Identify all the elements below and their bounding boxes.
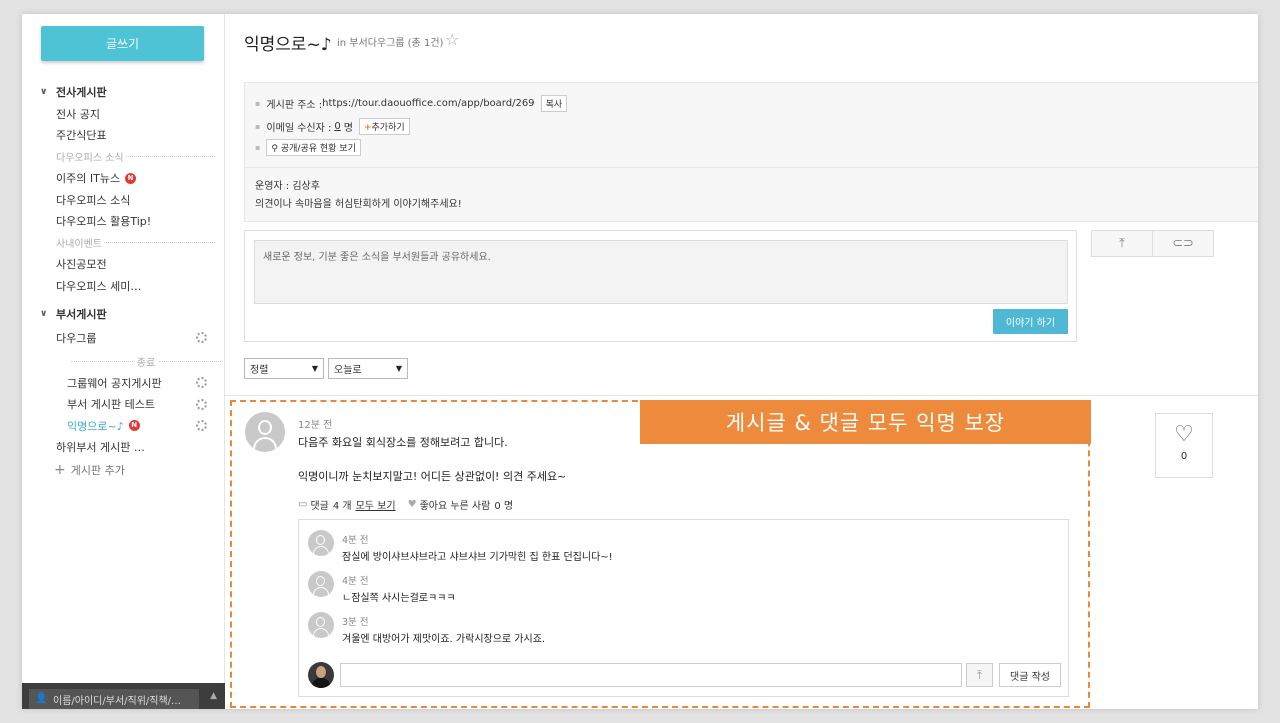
person-icon: 👤	[35, 693, 48, 704]
sidebar-item-sub-dept[interactable]: 하위부서 게시판 …	[22, 437, 225, 459]
board-info: ▪ 게시판 주소 : https://tour.daouoffice.com/a…	[244, 82, 1258, 222]
group-dept-boards[interactable]: ∨ 부서게시판	[22, 303, 225, 325]
sidebar-nav: ∨ 전사게시판 전사 공지 주간식단표 다우오피스 소식 이주의 IT뉴스 N …	[22, 81, 225, 482]
anonymous-avatar	[308, 612, 334, 638]
anonymous-avatar	[308, 571, 334, 597]
board-address-row: ▪ 게시판 주소 : https://tour.daouoffice.com/a…	[255, 95, 568, 112]
dropdown-arrow-icon: ▼	[311, 364, 318, 373]
sidebar-item-it-news[interactable]: 이주의 IT뉴스 N	[22, 168, 225, 190]
gear-icon[interactable]	[196, 331, 207, 343]
write-button[interactable]: 글쓰기	[41, 26, 204, 61]
compose-box: 새로운 정보, 기분 좋은 소식을 부서원들과 공유하세요. 이야기 하기	[244, 230, 1077, 342]
sidebar-item-groupware-notice[interactable]: 그룹웨어 공지게시판	[22, 372, 225, 394]
sidebar-item-photo-contest[interactable]: 사진공모전	[22, 254, 225, 276]
share-row: ▪ ⚲ 공개/공유 현황 보기	[255, 139, 361, 156]
post-time: 12분 전	[298, 420, 333, 431]
copy-button[interactable]: 복사	[540, 95, 568, 112]
comment-text: ㄴ잠실쪽 사시는걸로ㅋㅋㅋ	[342, 593, 456, 604]
add-board-button[interactable]: + 게시판 추가	[22, 458, 225, 482]
comment-input[interactable]	[340, 663, 962, 687]
gear-icon[interactable]	[196, 420, 207, 431]
toolbar: ⤒ ⊂⊃	[1091, 230, 1214, 257]
sidebar-item-notice[interactable]: 전사 공지	[22, 103, 225, 125]
sidebar-item-seminar[interactable]: 다우오피스 세미…	[22, 275, 225, 297]
category-divider: 다우오피스 소식	[22, 146, 225, 168]
anonymous-avatar	[245, 412, 285, 452]
compose-textarea[interactable]: 새로운 정보, 기분 좋은 소식을 부서원들과 공유하세요.	[254, 240, 1068, 304]
category-divider: 사내이벤트	[22, 232, 225, 254]
closed-divider: 종료	[22, 351, 225, 373]
new-badge: N	[128, 420, 140, 432]
anonymous-avatar	[308, 530, 334, 556]
comment-text: 잠실에 방이샤브샤브라고 샤브샤브 기가막힌 집 한표 던집니다~!	[342, 552, 613, 563]
heart-icon: ♥	[407, 499, 417, 510]
scroll-top-icon[interactable]: ⤒	[1092, 231, 1152, 256]
chevron-down-icon: ∨	[40, 87, 48, 97]
comment-icon: ▭	[298, 499, 308, 510]
app-frame: 글쓰기 ∨ 전사게시판 전사 공지 주간식단표 다우오피스 소식 이주의 IT뉴…	[22, 14, 1258, 709]
heart-icon: ♡	[1174, 422, 1194, 447]
sidebar-item-daou-news[interactable]: 다우오피스 소식	[22, 189, 225, 211]
date-select[interactable]: 오늘로 ▼	[328, 358, 408, 379]
post-submit-button[interactable]: 이야기 하기	[993, 309, 1068, 334]
main-content: 익명으로~♪ in 부서다우그룹 (총 1건) ☆ ▪ 게시판 주소 : htt…	[225, 14, 1258, 709]
like-button[interactable]: ♡ 0	[1155, 413, 1213, 478]
board-operator: 운영자 : 김상후	[255, 181, 320, 192]
link-icon[interactable]: ⊂⊃	[1152, 231, 1213, 256]
group-title: 부서게시판	[56, 307, 107, 321]
like-people-link[interactable]: 좋아요 누른 사람	[420, 497, 491, 512]
post-body: 다음주 화요일 회식장소를 정해보려고 합니다.	[298, 436, 508, 449]
new-badge: N	[125, 172, 137, 184]
add-recipient-button[interactable]: +추가하기	[358, 118, 410, 135]
board-description: 의견이나 속마음을 허심탄회하게 이야기해주세요!	[255, 199, 462, 210]
comment-submit-button[interactable]: 댓글 작성	[999, 663, 1061, 687]
email-count[interactable]: 0	[334, 121, 340, 132]
comment-time: 4분 전	[342, 576, 369, 587]
annotation-banner: 게시글 & 댓글 모두 익명 보장	[640, 400, 1091, 444]
sidebar-item-daou-group[interactable]: 다우그룹	[22, 325, 225, 351]
chevron-up-icon[interactable]: ▲	[210, 691, 217, 701]
group-company-boards[interactable]: ∨ 전사게시판	[22, 81, 225, 103]
group-title: 전사게시판	[56, 86, 107, 99]
gear-icon[interactable]	[196, 398, 207, 410]
sidebar-item-menu[interactable]: 주간식단표	[22, 125, 225, 147]
dropdown-arrow-icon: ▼	[395, 364, 402, 373]
view-all-comments-link[interactable]: 모두 보기	[356, 497, 396, 512]
post-body: 익명이니까 눈치보지말고! 어디든 상관없이! 의견 주세요~	[298, 470, 567, 483]
page-title: 익명으로~♪	[244, 35, 332, 55]
board-url: https://tour.daouoffice.com/app/board/26…	[322, 98, 535, 109]
user-search-input[interactable]: 👤 이름/아이디/부서/직위/직책/…	[29, 689, 199, 709]
sidebar-item-tips[interactable]: 다우오피스 활용Tip!	[22, 211, 225, 233]
sidebar-item-dept-test[interactable]: 부서 게시판 테스트	[22, 394, 225, 416]
sidebar: 글쓰기 ∨ 전사게시판 전사 공지 주간식단표 다우오피스 소식 이주의 IT뉴…	[22, 14, 225, 709]
board-meta: in 부서다우그룹 (총 1건)	[337, 38, 444, 49]
upload-icon[interactable]: ⤒	[966, 663, 993, 687]
sidebar-item-anonymous[interactable]: 익명으로~♪ N	[22, 415, 225, 437]
email-row: ▪ 이메일 수신자 : 0 명 +추가하기	[255, 118, 410, 135]
share-status-button[interactable]: ⚲ 공개/공유 현황 보기	[266, 139, 361, 156]
post-meta: ▭ 댓글 4 개 모두 보기 ♥ 좋아요 누른 사람 0 명	[298, 497, 514, 512]
chevron-down-icon: ∨	[40, 308, 48, 319]
star-icon[interactable]: ☆	[445, 30, 459, 49]
sort-select[interactable]: 정렬 ▼	[244, 358, 324, 379]
user-search-bar: 👤 이름/아이디/부서/직위/직책/… ▲	[22, 683, 225, 709]
share-icon: ⚲	[271, 144, 281, 154]
like-count: 0	[1180, 451, 1188, 462]
comment-time: 3분 전	[342, 617, 369, 628]
comment-time: 4분 전	[342, 535, 369, 546]
user-avatar	[308, 662, 334, 688]
gear-icon[interactable]	[196, 377, 207, 388]
comment-list: 4분 전 잠실에 방이샤브샤브라고 샤브샤브 기가막힌 집 한표 던집니다~! …	[298, 519, 1069, 697]
plus-icon: +	[54, 462, 66, 478]
comment-text: 겨울엔 대방어가 제맛이죠. 가락시장으로 가시죠.	[342, 634, 546, 645]
